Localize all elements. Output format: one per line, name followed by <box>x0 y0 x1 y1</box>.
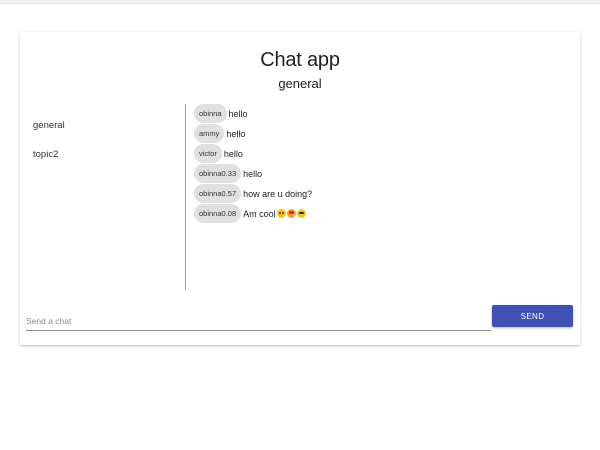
topic-list: general topic2 <box>20 104 185 289</box>
message-row: obinna0.57 how are u doing? <box>194 184 312 203</box>
chat-input-field <box>26 308 491 331</box>
message-text: hello <box>243 168 263 179</box>
list-divider <box>185 104 186 290</box>
message-row: obinna0.08 Am cool <box>194 204 306 223</box>
message-row: obinna hello <box>194 104 248 123</box>
message-text-body: Am cool <box>243 208 276 219</box>
browser-top-strip <box>0 0 600 4</box>
heart-eyes-face-icon <box>286 209 296 218</box>
send-button[interactable]: SEND <box>492 305 573 327</box>
topic-item-topic2[interactable]: topic2 <box>33 149 58 160</box>
message-text: hello <box>223 148 243 159</box>
current-topic-title: general <box>278 76 322 91</box>
user-chip: obinna0.33 <box>194 164 242 183</box>
smiling-face-icon <box>276 209 286 218</box>
user-chip: ammy <box>194 124 225 143</box>
message-row: obinna0.33 hello <box>194 164 262 183</box>
app-title: Chat app <box>260 49 340 71</box>
user-chip: obinna0.08 <box>194 204 242 223</box>
message-row: ammy hello <box>194 124 245 143</box>
message-list: obinna hello ammy hello victor hello obi… <box>194 104 564 289</box>
message-row: victor hello <box>194 144 243 163</box>
message-text: hello <box>226 128 246 139</box>
chat-card: Chat app general general topic2 obinna h… <box>20 32 580 345</box>
user-chip: obinna <box>194 104 227 123</box>
message-text: how are u doing? <box>243 188 313 199</box>
message-text: Am cool <box>243 209 306 219</box>
chat-input[interactable] <box>26 313 486 329</box>
message-text: hello <box>228 108 248 119</box>
topic-item-general[interactable]: general <box>33 120 65 131</box>
sunglasses-face-icon <box>296 209 306 218</box>
user-chip: obinna0.57 <box>194 184 242 203</box>
user-chip: victor <box>194 144 222 163</box>
